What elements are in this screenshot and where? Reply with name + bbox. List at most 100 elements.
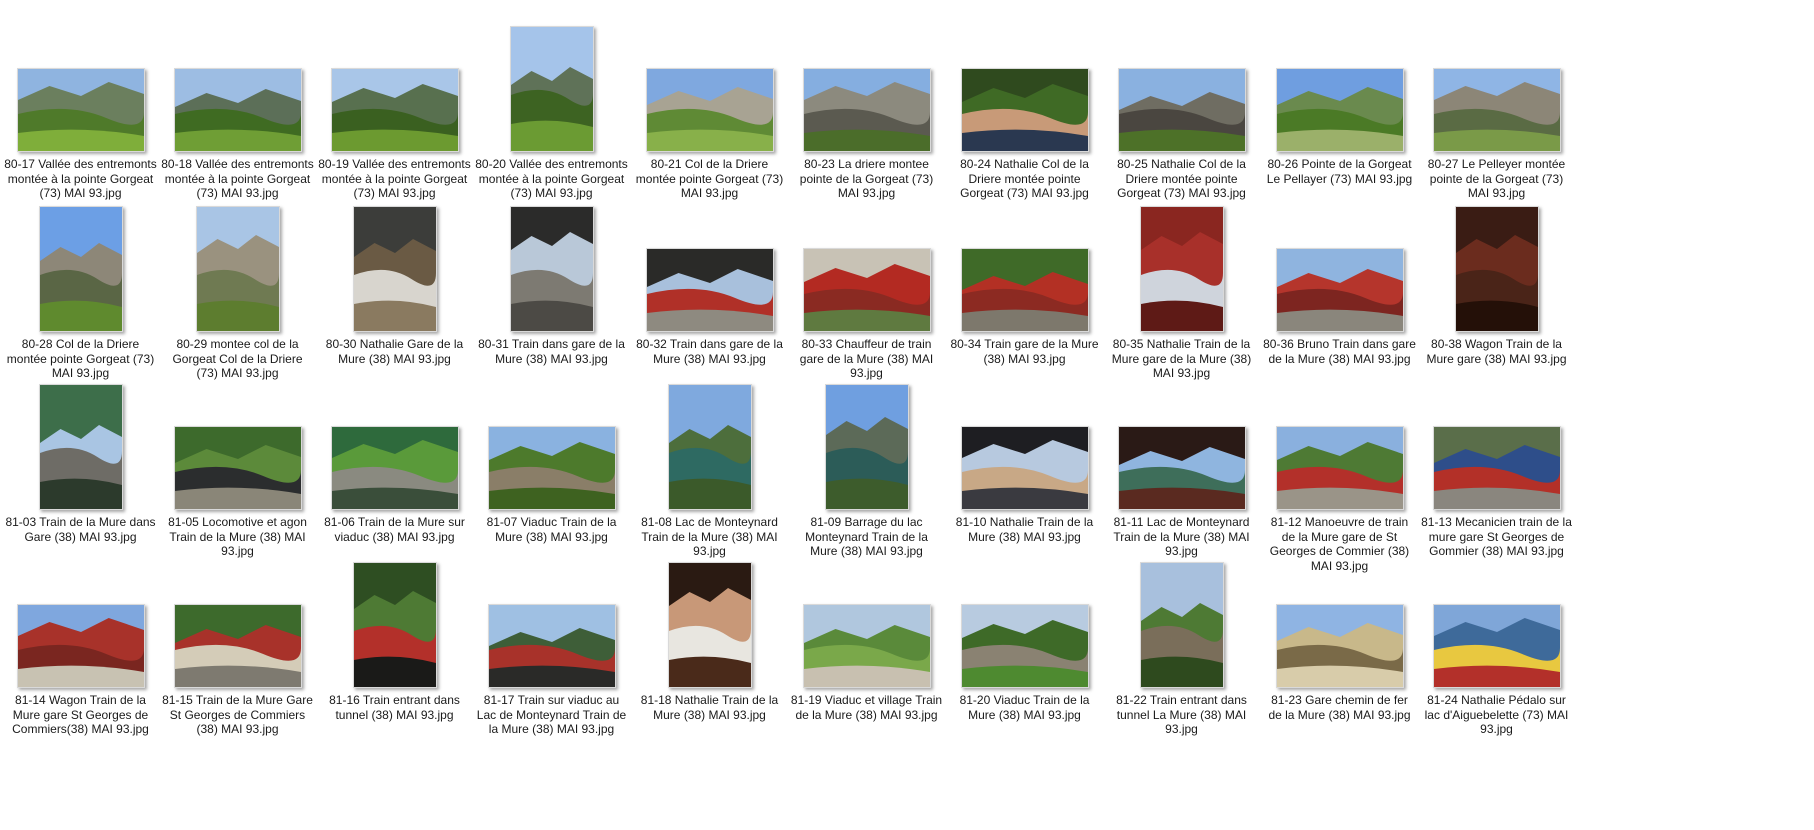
file-item[interactable]: 81-11 Lac de Monteynard Train de la Mure… — [1103, 358, 1260, 563]
image-thumbnail[interactable] — [1117, 426, 1246, 510]
file-name-label[interactable]: 81-14 Wagon Train de la Mure gare St Geo… — [4, 693, 157, 737]
file-item[interactable]: 80-18 Vallée des entremonts montée à la … — [159, 0, 316, 205]
image-thumbnail[interactable] — [173, 68, 302, 152]
image-thumbnail[interactable] — [1117, 68, 1246, 152]
file-name-label[interactable]: 81-16 Train entrant dans tunnel (38) MAI… — [318, 693, 471, 722]
file-item[interactable]: 81-22 Train entrant dans tunnel La Mure … — [1103, 536, 1260, 741]
image-thumbnail[interactable] — [1139, 562, 1224, 688]
file-name-label[interactable]: 81-15 Train de la Mure Gare St Georges d… — [161, 693, 314, 737]
image-thumbnail[interactable] — [645, 68, 774, 152]
file-item[interactable]: 80-17 Vallée des entremonts montée à la … — [2, 0, 159, 205]
thumbnail-frame — [788, 536, 945, 688]
file-item[interactable]: 81-15 Train de la Mure Gare St Georges d… — [159, 536, 316, 741]
file-name-label[interactable]: 81-20 Viaduc Train de la Mure (38) MAI 9… — [948, 693, 1101, 722]
file-item[interactable]: 80-19 Vallée des entremonts montée à la … — [316, 0, 473, 205]
file-item[interactable]: 80-35 Nathalie Train de la Mure gare de … — [1103, 180, 1260, 385]
image-thumbnail[interactable] — [487, 604, 616, 688]
image-thumbnail[interactable] — [330, 68, 459, 152]
image-thumbnail[interactable] — [667, 562, 752, 688]
image-thumbnail[interactable] — [509, 26, 594, 152]
image-thumbnail[interactable] — [509, 206, 594, 332]
thumbnail-frame — [159, 180, 316, 332]
file-item[interactable]: 81-12 Manoeuvre de train de la Mure gare… — [1261, 358, 1418, 573]
image-thumbnail[interactable] — [667, 384, 752, 510]
file-item[interactable]: 81-13 Mecanicien train de la mure gare S… — [1418, 358, 1575, 563]
image-thumbnail[interactable] — [1275, 248, 1404, 332]
image-thumbnail[interactable] — [802, 68, 931, 152]
file-name-label[interactable]: 81-18 Nathalie Train de la Mure (38) MAI… — [633, 693, 786, 722]
file-item[interactable]: 81-06 Train de la Mure sur viaduc (38) M… — [316, 358, 473, 563]
image-thumbnail[interactable] — [960, 248, 1089, 332]
image-thumbnail[interactable] — [960, 68, 1089, 152]
file-item[interactable]: 80-25 Nathalie Col de la Driere montée p… — [1103, 0, 1260, 205]
file-name-label[interactable]: 81-17 Train sur viaduc au Lac de Monteyn… — [475, 693, 628, 737]
file-item[interactable]: 81-07 Viaduc Train de la Mure (38) MAI 9… — [473, 358, 630, 563]
file-item[interactable]: 80-34 Train gare de la Mure (38) MAI 93.… — [946, 180, 1103, 385]
image-thumbnail[interactable] — [802, 604, 931, 688]
file-item[interactable]: 80-26 Pointe de la Gorgeat Le Pellayer (… — [1261, 0, 1418, 205]
image-thumbnail[interactable] — [1275, 604, 1404, 688]
image-thumbnail[interactable] — [16, 68, 145, 152]
image-thumbnail[interactable] — [487, 426, 616, 510]
image-thumbnail[interactable] — [1432, 426, 1561, 510]
file-item[interactable]: 81-23 Gare chemin de fer de la Mure (38)… — [1261, 536, 1418, 741]
file-item[interactable]: 80-32 Train dans gare de la Mure (38) MA… — [631, 180, 788, 385]
file-item[interactable]: 81-03 Train de la Mure dans Gare (38) MA… — [2, 358, 159, 563]
image-thumbnail[interactable] — [824, 384, 909, 510]
file-item[interactable]: 81-19 Viaduc et village Train de la Mure… — [788, 536, 945, 741]
file-item[interactable]: 81-20 Viaduc Train de la Mure (38) MAI 9… — [946, 536, 1103, 741]
file-item[interactable]: 80-36 Bruno Train dans gare de la Mure (… — [1261, 180, 1418, 385]
image-thumbnail[interactable] — [1454, 206, 1539, 332]
thumbnail-frame — [1103, 536, 1260, 688]
image-thumbnail[interactable] — [1275, 426, 1404, 510]
image-thumbnail[interactable] — [173, 604, 302, 688]
image-thumbnail[interactable] — [1139, 206, 1224, 332]
image-thumbnail[interactable] — [960, 604, 1089, 688]
image-thumbnail[interactable] — [38, 384, 123, 510]
file-item[interactable]: 81-10 Nathalie Train de la Mure (38) MAI… — [946, 358, 1103, 563]
file-item[interactable]: 80-29 montee col de la Gorgeat Col de la… — [159, 180, 316, 385]
file-item[interactable]: 80-23 La driere montee pointe de la Gorg… — [788, 0, 945, 205]
file-item[interactable]: 81-09 Barrage du lac Monteynard Train de… — [788, 358, 945, 563]
thumbnail-frame — [473, 358, 630, 510]
image-thumbnail[interactable] — [645, 248, 774, 332]
file-name-label[interactable]: 81-24 Nathalie Pédalo sur lac d'Aiguebel… — [1420, 693, 1573, 737]
thumbnail-frame — [788, 180, 945, 332]
file-item[interactable]: 81-17 Train sur viaduc au Lac de Monteyn… — [473, 536, 630, 741]
file-item[interactable]: 80-21 Col de la Driere montée pointe Gor… — [631, 0, 788, 205]
file-item[interactable]: 80-28 Col de la Driere montée pointe Gor… — [2, 180, 159, 385]
thumbnail-frame — [1418, 536, 1575, 688]
file-item[interactable]: 81-14 Wagon Train de la Mure gare St Geo… — [2, 536, 159, 741]
file-item[interactable]: 80-24 Nathalie Col de la Driere montée p… — [946, 0, 1103, 205]
thumbnail-frame — [1261, 0, 1418, 152]
image-thumbnail[interactable] — [352, 206, 437, 332]
image-thumbnail[interactable] — [38, 206, 123, 332]
file-name-label[interactable]: 81-22 Train entrant dans tunnel La Mure … — [1105, 693, 1258, 737]
thumbnail-frame — [946, 0, 1103, 152]
thumbnail-frame — [1418, 358, 1575, 510]
image-thumbnail[interactable] — [173, 426, 302, 510]
file-item[interactable]: 80-30 Nathalie Gare de la Mure (38) MAI … — [316, 180, 473, 385]
file-item[interactable]: 81-16 Train entrant dans tunnel (38) MAI… — [316, 536, 473, 741]
file-item[interactable]: 80-33 Chauffeur de train gare de la Mure… — [788, 180, 945, 385]
image-thumbnail[interactable] — [802, 248, 931, 332]
image-thumbnail[interactable] — [330, 426, 459, 510]
image-thumbnail[interactable] — [16, 604, 145, 688]
image-thumbnail[interactable] — [352, 562, 437, 688]
file-item[interactable]: 80-31 Train dans gare de la Mure (38) MA… — [473, 180, 630, 385]
file-item[interactable]: 81-18 Nathalie Train de la Mure (38) MAI… — [631, 536, 788, 741]
image-thumbnail[interactable] — [1275, 68, 1404, 152]
image-thumbnail[interactable] — [1432, 68, 1561, 152]
image-thumbnail[interactable] — [1432, 604, 1561, 688]
file-item[interactable]: 81-05 Locomotive et agon Train de la Mur… — [159, 358, 316, 563]
file-item[interactable]: 81-24 Nathalie Pédalo sur lac d'Aiguebel… — [1418, 536, 1575, 741]
file-name-label[interactable]: 81-23 Gare chemin de fer de la Mure (38)… — [1263, 693, 1416, 722]
thumbnail-frame — [631, 358, 788, 510]
image-thumbnail[interactable] — [960, 426, 1089, 510]
file-item[interactable]: 80-20 Vallée des entremonts montée à la … — [473, 0, 630, 205]
image-thumbnail[interactable] — [195, 206, 280, 332]
file-name-label[interactable]: 81-19 Viaduc et village Train de la Mure… — [790, 693, 943, 722]
file-item[interactable]: 80-38 Wagon Train de la Mure gare (38) M… — [1418, 180, 1575, 385]
file-item[interactable]: 81-08 Lac de Monteynard Train de la Mure… — [631, 358, 788, 563]
file-item[interactable]: 80-27 Le Pelleyer montée pointe de la Go… — [1418, 0, 1575, 205]
